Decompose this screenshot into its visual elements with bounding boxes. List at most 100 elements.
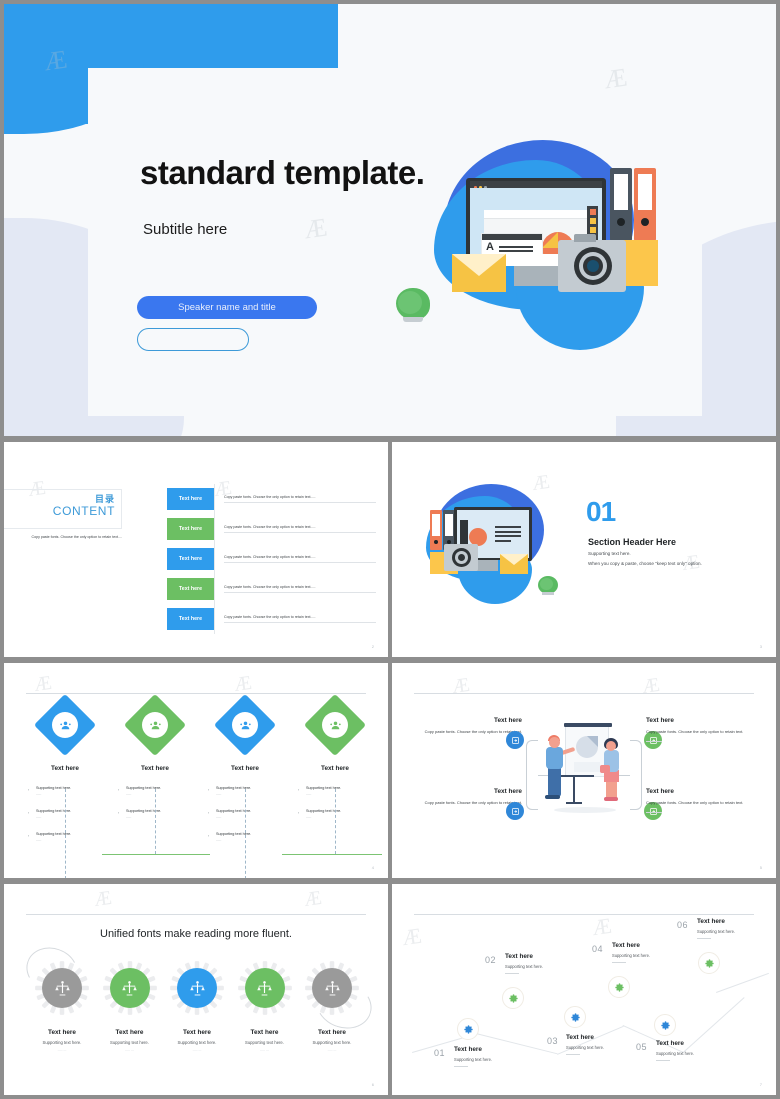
bullet-icon: ›: [28, 833, 30, 838]
slide-diamond-columns[interactable]: Ӕ Ӕ Text here › Supporting text here. --…: [4, 663, 388, 878]
binder-dark-icon: [610, 168, 632, 241]
content-chip[interactable]: Text here: [167, 548, 214, 570]
support-subtext: -----: [126, 815, 132, 819]
section-support-1: Supporting text here.: [588, 551, 631, 556]
slide-content-index[interactable]: Ӕ Ӕ 目录 CONTENT Copy paste fonts. Choose …: [4, 442, 388, 657]
presenter-head: [549, 737, 560, 748]
roadmap-node-01[interactable]: [457, 1018, 479, 1040]
divider: [646, 740, 662, 742]
slide-presentation-four-up[interactable]: Ӕ Ӕ Text here Copy paste fonts. Choose t…: [392, 663, 776, 878]
column-baseline: [282, 854, 382, 856]
section-heading: Section Header Here: [588, 537, 677, 547]
gear-subtext: ----- ---: [260, 1048, 269, 1052]
bracket-left: [526, 740, 538, 810]
list-item[interactable]: Text here Copy paste fonts. Choose the o…: [167, 604, 377, 634]
divider: [656, 1060, 670, 1061]
diamond-shape[interactable]: [213, 693, 277, 757]
gear-subtext: ----- ---: [57, 1048, 67, 1052]
diamond-shape[interactable]: [33, 693, 97, 757]
step-label-02: Text here Supporting text here.: [505, 953, 589, 974]
gear-list: Text here Supporting text here. ----- --…: [32, 960, 362, 1052]
block-title: Text here: [646, 788, 674, 795]
info-block[interactable]: Text here Copy paste fonts. Choose the o…: [646, 717, 754, 742]
step-support: Supporting text here.: [697, 929, 736, 934]
user-group-icon: [142, 712, 168, 738]
diamond-column[interactable]: Text here › Supporting text here. ----- …: [282, 693, 382, 856]
slide-gear-row[interactable]: Ӕ Ӕ Unified fonts make reading more flue…: [4, 884, 388, 1095]
divider: [26, 914, 366, 915]
info-block[interactable]: Text here Copy paste fonts. Choose the o…: [646, 788, 754, 813]
list-item[interactable]: Text here Copy paste fonts. Choose the o…: [167, 574, 377, 604]
gear-cell[interactable]: Text here Supporting text here. ----- --…: [302, 960, 362, 1052]
presenter-body: [546, 747, 563, 769]
slide-roadmap[interactable]: Ӕ Ӕ 01 Text here Supporting text here. 0…: [392, 884, 776, 1095]
easel-foot: [566, 802, 582, 804]
gear-title: Text here: [115, 1029, 144, 1036]
step-label-01: Text here Supporting text here.: [454, 1046, 538, 1067]
list-item[interactable]: Text here Copy paste fonts. Choose the o…: [167, 514, 377, 544]
slide-title[interactable]: Ӕ Ӕ Ӕ standard template. Subtitle here S…: [4, 4, 776, 436]
block-title: Text here: [494, 717, 522, 724]
step-title: Text here: [454, 1046, 482, 1053]
speaker-name-button[interactable]: Speaker name and title: [137, 296, 317, 319]
roadmap-node-06[interactable]: [698, 952, 720, 974]
step-support: Supporting text here.: [454, 1057, 493, 1062]
step-number-02: 02: [485, 955, 497, 965]
diamond-shape[interactable]: [123, 693, 187, 757]
gear-cell[interactable]: Text here Supporting text here. ----- --…: [32, 960, 92, 1052]
support-text: Supporting text here.: [126, 809, 162, 813]
diamond-column[interactable]: Text here › Supporting text here. ----- …: [102, 693, 210, 856]
bullet-icon: ›: [118, 787, 120, 792]
balance-person-icon: [109, 968, 150, 1008]
divider: [414, 914, 754, 915]
diamond-column[interactable]: Text here › Supporting text here. ----- …: [206, 693, 284, 878]
page-number: 6: [371, 1082, 374, 1087]
gear-title: Text here: [183, 1029, 211, 1036]
roadmap-node-03[interactable]: [564, 1006, 586, 1028]
bullet-icon: ›: [208, 787, 210, 792]
watermark: Ӕ: [640, 673, 662, 699]
slide-deck-preview: Ӕ Ӕ Ӕ standard template. Subtitle here S…: [0, 0, 780, 1099]
gear-cell[interactable]: Text here Supporting text here. ----- --…: [100, 960, 160, 1052]
divider: [697, 938, 711, 939]
diamond-column[interactable]: Text here › Supporting text here. ----- …: [26, 693, 104, 878]
content-chip[interactable]: Text here: [167, 488, 214, 510]
gear-cell[interactable]: Text here Supporting text here. ----- --…: [235, 960, 295, 1052]
listener-head: [606, 741, 616, 751]
content-chip[interactable]: Text here: [167, 608, 214, 630]
block-title: Text here: [646, 717, 674, 724]
presentation-illustration: [540, 715, 632, 825]
secondary-outline-button[interactable]: [137, 328, 249, 351]
gear-cell[interactable]: Text here Supporting text here. ----- --…: [167, 960, 227, 1052]
list-item[interactable]: Text here Copy paste fonts. Choose the o…: [167, 484, 377, 514]
step-title: Text here: [612, 942, 640, 949]
section-illustration: [416, 482, 558, 604]
floor-shadow: [554, 807, 616, 813]
diamond-title: Text here: [321, 765, 349, 772]
support-text: Supporting text here.: [216, 809, 252, 813]
support-subtext: -----: [306, 792, 312, 796]
list-item[interactable]: Text here Copy paste fonts. Choose the o…: [167, 544, 377, 574]
step-support: Supporting text here.: [505, 964, 544, 969]
gear-subtext: ----- ---: [125, 1048, 134, 1052]
support-text: Supporting text here.: [36, 832, 72, 836]
plant-icon: [538, 576, 558, 596]
slide-section-header[interactable]: Ӕ Ӕ 01 Section Header Here Supporting te…: [392, 442, 776, 657]
content-chip[interactable]: Text here: [167, 578, 214, 600]
step-title: Text here: [566, 1034, 594, 1041]
content-chip[interactable]: Text here: [167, 518, 214, 540]
gear-support: Supporting text here.: [245, 1040, 284, 1045]
user-group-icon: [322, 712, 348, 738]
hero-illustration: A: [390, 136, 690, 358]
block-body: Copy paste fonts. Choose the only option…: [424, 800, 522, 805]
support-text: Supporting text here.: [36, 809, 72, 813]
diamond-shape[interactable]: [303, 693, 367, 757]
content-row-list: Text here Copy paste fonts. Choose the o…: [167, 484, 377, 634]
roadmap-node-05[interactable]: [654, 1014, 676, 1036]
diamond-title: Text here: [141, 765, 169, 772]
node-icon-left-top[interactable]: [506, 731, 524, 749]
roadmap-node-04[interactable]: [608, 976, 630, 998]
binder-orange-icon: [634, 168, 656, 241]
roadmap-node-02[interactable]: [502, 987, 524, 1009]
node-icon-left-bottom[interactable]: [506, 802, 524, 820]
